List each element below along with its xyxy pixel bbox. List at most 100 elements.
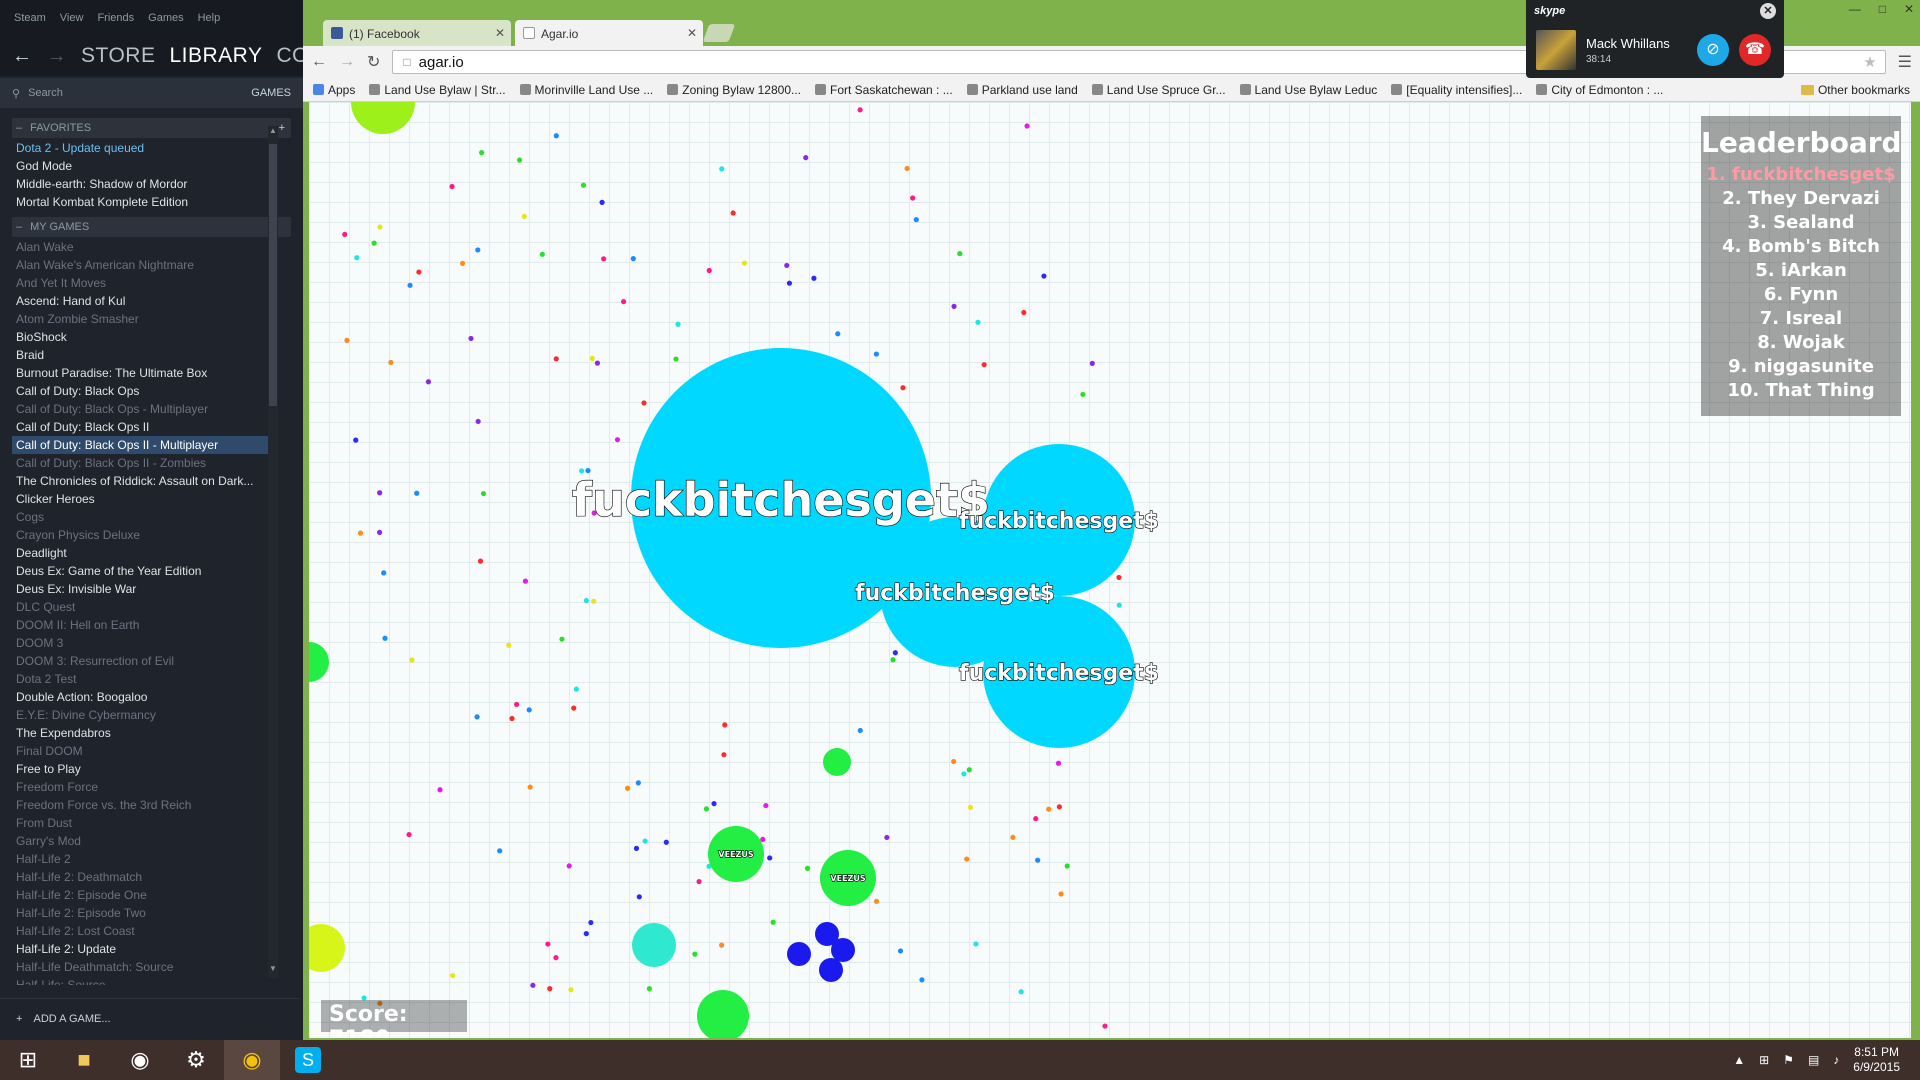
hang-up-button[interactable]: ☎ xyxy=(1739,34,1771,66)
games-filter-button[interactable]: GAMES xyxy=(251,87,291,99)
bookmark-item[interactable]: Fort Saskatchewan : ... xyxy=(815,83,953,97)
menu-steam[interactable]: Steam xyxy=(14,12,46,36)
game-item[interactable]: Half-Life 2: Deathmatch xyxy=(16,868,281,886)
game-item[interactable]: Braid xyxy=(16,346,281,364)
taskbar-chrome[interactable]: ◉ xyxy=(224,1040,280,1080)
game-item[interactable]: Call of Duty: Black Ops II xyxy=(16,418,281,436)
tray-expand-icon[interactable]: ▲ xyxy=(1733,1053,1745,1067)
volume-icon[interactable]: ♪ xyxy=(1833,1053,1839,1067)
forward-arrow-icon[interactable]: → xyxy=(47,45,68,68)
game-item[interactable]: Deadlight xyxy=(16,544,281,562)
game-item[interactable]: Dota 2 Test xyxy=(16,670,281,688)
game-item[interactable]: Half-Life 2: Update xyxy=(16,940,281,958)
taskbar-app[interactable]: ◉ xyxy=(112,1040,168,1080)
game-item[interactable]: Freedom Force xyxy=(16,778,281,796)
game-item[interactable]: DOOM 3: Resurrection of Evil xyxy=(16,652,281,670)
windows-icon[interactable]: ⊞ xyxy=(1759,1053,1769,1067)
back-arrow-icon[interactable]: ← xyxy=(311,53,327,71)
mute-microphone-button[interactable]: ⊘ xyxy=(1697,34,1729,66)
library-scrollbar[interactable]: ▲ ▼ xyxy=(268,126,278,978)
game-item[interactable]: Alan Wake's American Nightmare xyxy=(16,256,281,274)
start-button[interactable]: ⊞ xyxy=(0,1040,56,1080)
close-window-icon[interactable]: ✕ xyxy=(1904,2,1914,16)
bookmark-item[interactable]: Morinville Land Use ... xyxy=(519,83,653,97)
add-category-icon[interactable]: + xyxy=(279,122,285,134)
clock[interactable]: 8:51 PM 6/9/2015 xyxy=(1853,1045,1900,1075)
taskbar-explorer[interactable]: ■ xyxy=(56,1040,112,1080)
url-text[interactable]: agar.io xyxy=(419,54,464,71)
game-item[interactable]: Free to Play xyxy=(16,760,281,778)
game-item[interactable]: DOOM II: Hell on Earth xyxy=(16,616,281,634)
game-item[interactable]: Crayon Physics Deluxe xyxy=(16,526,281,544)
new-tab-button[interactable] xyxy=(702,24,736,42)
game-item[interactable]: The Expendabros xyxy=(16,724,281,742)
game-item[interactable]: Garry's Mod xyxy=(16,832,281,850)
bookmark-item[interactable]: Land Use Spruce Gr... xyxy=(1091,83,1226,97)
search-input[interactable]: Search xyxy=(28,87,251,99)
game-item[interactable]: Call of Duty: Black Ops xyxy=(16,382,281,400)
game-item[interactable]: Deus Ex: Game of the Year Edition xyxy=(16,562,281,580)
close-icon[interactable]: ✕ xyxy=(687,26,697,40)
close-icon[interactable]: ✕ xyxy=(1760,3,1776,19)
forward-arrow-icon[interactable]: → xyxy=(339,53,355,71)
game-item[interactable]: DOOM 3 xyxy=(16,634,281,652)
game-item[interactable]: Cogs xyxy=(16,508,281,526)
menu-icon[interactable]: ☰ xyxy=(1898,52,1912,72)
scroll-up-icon[interactable]: ▲ xyxy=(268,126,278,140)
bookmark-item[interactable]: Zoning Bylaw 12800... xyxy=(667,83,801,97)
back-arrow-icon[interactable]: ← xyxy=(12,45,33,68)
menu-games[interactable]: Games xyxy=(148,12,183,36)
collapse-icon[interactable]: – xyxy=(16,122,22,134)
tab-facebook[interactable]: (1) Facebook ✕ xyxy=(323,20,511,46)
bookmark-apps[interactable]: Apps xyxy=(313,83,355,97)
close-icon[interactable]: ✕ xyxy=(495,26,505,40)
game-item[interactable]: Clicker Heroes xyxy=(16,490,281,508)
game-item[interactable]: DLC Quest xyxy=(16,598,281,616)
mygames-header[interactable]: – MY GAMES xyxy=(12,217,291,237)
game-item[interactable]: Dota 2 - Update queued xyxy=(16,139,281,157)
other-bookmarks[interactable]: Other bookmarks xyxy=(1800,83,1910,97)
game-item[interactable]: Half-Life Deathmatch: Source xyxy=(16,958,281,976)
game-item[interactable]: From Dust xyxy=(16,814,281,832)
library-search[interactable]: ⚲ Search GAMES xyxy=(0,78,303,108)
game-item[interactable]: God Mode xyxy=(16,157,281,175)
scroll-down-icon[interactable]: ▼ xyxy=(268,964,278,978)
collapse-icon[interactable]: – xyxy=(16,221,22,233)
nav-store[interactable]: STORE xyxy=(81,44,155,68)
game-item[interactable]: Half-Life: Source xyxy=(16,976,281,985)
minimize-icon[interactable]: — xyxy=(1849,2,1861,16)
add-game-button[interactable]: + ADD A GAME... xyxy=(0,998,300,1040)
menu-view[interactable]: View xyxy=(60,12,84,36)
game-item[interactable]: Final DOOM xyxy=(16,742,281,760)
taskbar-skype[interactable]: S xyxy=(280,1040,336,1080)
bookmark-item[interactable]: Land Use Bylaw Leduc xyxy=(1239,83,1377,97)
scrollbar-thumb[interactable] xyxy=(269,144,277,406)
bookmark-item[interactable]: [Equality intensifies]... xyxy=(1391,83,1522,97)
skype-call-window[interactable]: skype ✕ Mack Whillans 38:14 ⊘ ☎ xyxy=(1526,0,1784,78)
bookmark-item[interactable]: Parkland use land xyxy=(966,83,1078,97)
menu-help[interactable]: Help xyxy=(198,12,221,36)
game-item[interactable]: Middle-earth: Shadow of Mordor xyxy=(16,175,281,193)
game-item[interactable]: Half-Life 2: Lost Coast xyxy=(16,922,281,940)
flag-icon[interactable]: ⚑ xyxy=(1783,1053,1794,1067)
game-item[interactable]: The Chronicles of Riddick: Assault on Da… xyxy=(16,472,281,490)
game-item[interactable]: Call of Duty: Black Ops II - Multiplayer xyxy=(12,436,277,454)
nav-library[interactable]: LIBRARY xyxy=(169,44,262,68)
star-icon[interactable]: ★ xyxy=(1863,53,1876,71)
game-canvas[interactable]: fuckbitchesget$ fuckbitchesget$ fuckbitc… xyxy=(309,102,1911,1038)
game-item[interactable]: Call of Duty: Black Ops II - Zombies xyxy=(16,454,281,472)
game-item[interactable]: And Yet It Moves xyxy=(16,274,281,292)
maximize-icon[interactable]: □ xyxy=(1879,2,1886,16)
game-item[interactable]: E.Y.E: Divine Cybermancy xyxy=(16,706,281,724)
game-field[interactable]: fuckbitchesget$ fuckbitchesget$ fuckbitc… xyxy=(309,102,1911,1038)
game-item[interactable]: BioShock xyxy=(16,328,281,346)
game-item[interactable]: Mortal Kombat Komplete Edition xyxy=(16,193,281,211)
network-icon[interactable]: ▤ xyxy=(1808,1053,1819,1067)
menu-friends[interactable]: Friends xyxy=(97,12,134,36)
game-item[interactable]: Alan Wake xyxy=(16,238,281,256)
game-item[interactable]: Half-Life 2: Episode One xyxy=(16,886,281,904)
game-item[interactable]: Half-Life 2 xyxy=(16,850,281,868)
favorites-header[interactable]: – FAVORITES + xyxy=(12,118,291,138)
taskbar-steam[interactable]: ⚙ xyxy=(168,1040,224,1080)
game-item[interactable]: Atom Zombie Smasher xyxy=(16,310,281,328)
